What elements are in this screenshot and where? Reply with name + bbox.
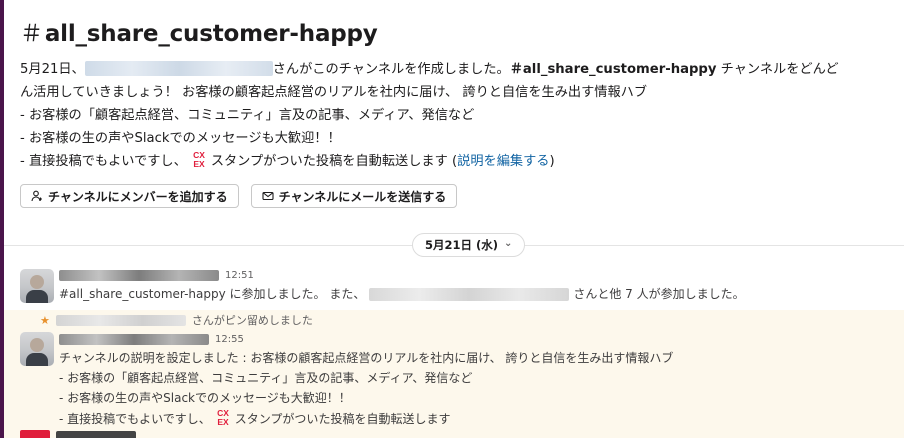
description-line-5: - 直接投稿でもよいですし、 CX EX スタンプがついた投稿を自動転送します (説明… (20, 150, 555, 169)
message-text: #all_share_customer-happy に参加しました。 また、 さん… (59, 287, 745, 301)
message-timestamp[interactable]: 12:51 (225, 266, 254, 286)
created-date: 5月21日、 (20, 62, 85, 77)
person-add-icon (31, 190, 42, 202)
description-line-1: 5月21日、 さんがこのチャンネルを作成しました。＃all_share_custo… (20, 58, 900, 81)
channel-title: ＃all_share_customer-happy (20, 18, 900, 50)
description-line-2: ん活用していきましょう！ お客様の顧客起点経営のリアルを社内に届け、 誇りと自信… (20, 85, 648, 100)
send-email-button[interactable]: チャンネルにメールを送信する (250, 184, 458, 208)
channel-actions: チャンネルにメンバーを追加する チャンネルにメールを送信する (20, 184, 458, 208)
next-sender-name (56, 431, 136, 438)
message-line: チャンネルの説明を設定しました : お客様の顧客起点経営のリアルを社内に届け、 … (59, 351, 674, 365)
date-jump-button[interactable]: 5月21日 (水) ⌄ (412, 233, 526, 257)
channel-description: 5月21日、 さんがこのチャンネルを作成しました。＃all_share_custo… (20, 58, 900, 173)
pin-notice: ★ さんがピン留めしました (40, 313, 313, 328)
add-members-button[interactable]: チャンネルにメンバーを追加する (20, 184, 239, 208)
cx-stamp-icon: CXEX (217, 408, 229, 426)
hash-icon: ＃ (20, 21, 43, 47)
member-names-redacted[interactable] (369, 288, 570, 301)
chevron-down-icon: ⌄ (504, 238, 513, 249)
edit-description-link[interactable]: 説明を編集する (457, 154, 549, 169)
envelope-icon (262, 191, 274, 201)
avatar[interactable] (20, 332, 54, 366)
created-text: さんがこのチャンネルを作成しました。 (272, 62, 510, 77)
channel-name: all_share_customer-happy (44, 21, 378, 47)
description-line-4: - お客様の生の声やSlackでのメッセージも大歓迎！！ (20, 131, 341, 146)
avatar[interactable] (20, 269, 54, 303)
description-text: チャンネルをどんど (716, 62, 839, 77)
message-timestamp[interactable]: 12:55 (215, 330, 244, 350)
svg-text:EX: EX (217, 417, 229, 426)
pin-icon: ★ (40, 313, 50, 327)
message-line: - 直接投稿でもよいですし、 CX EX スタンプがついた投稿を自動転送します (59, 408, 451, 426)
message-body: 12:51 #all_share_customer-happy に参加しました。… (59, 267, 894, 304)
creator-name-redacted[interactable] (84, 61, 273, 76)
message-line: - お客様の生の声やSlackでのメッセージも大歓迎！！ (59, 391, 351, 405)
message-body: 12:55 チャンネルの説明を設定しました : お客様の顧客起点経営のリアルを社… (59, 331, 894, 429)
next-message-peek (20, 430, 136, 438)
message-join[interactable]: 12:51 #all_share_customer-happy に参加しました。… (4, 264, 904, 309)
svg-text:EX: EX (193, 159, 205, 168)
pinner-name-redacted[interactable] (55, 314, 186, 326)
description-line-3: - お客様の「顧客起点経営、コミュニティ」言及の記事、メディア、発信など (20, 108, 475, 123)
sender-name-redacted[interactable] (59, 334, 209, 345)
cx-stamp-icon: CXEX (189, 150, 208, 168)
message-pinned[interactable]: ★ さんがピン留めしました 12:55 チャンネルの説明を設定しました : お客… (4, 310, 904, 438)
sender-name-redacted[interactable] (59, 270, 219, 281)
channel-mention[interactable]: ＃all_share_customer-happy (510, 62, 717, 77)
channel-intro: ＃all_share_customer-happy 5月21日、 さんがこのチャン… (20, 18, 900, 173)
app-logo (20, 430, 50, 438)
message-line: - お客様の「顧客起点経営、コミュニティ」言及の記事、メディア、発信など (59, 371, 473, 385)
